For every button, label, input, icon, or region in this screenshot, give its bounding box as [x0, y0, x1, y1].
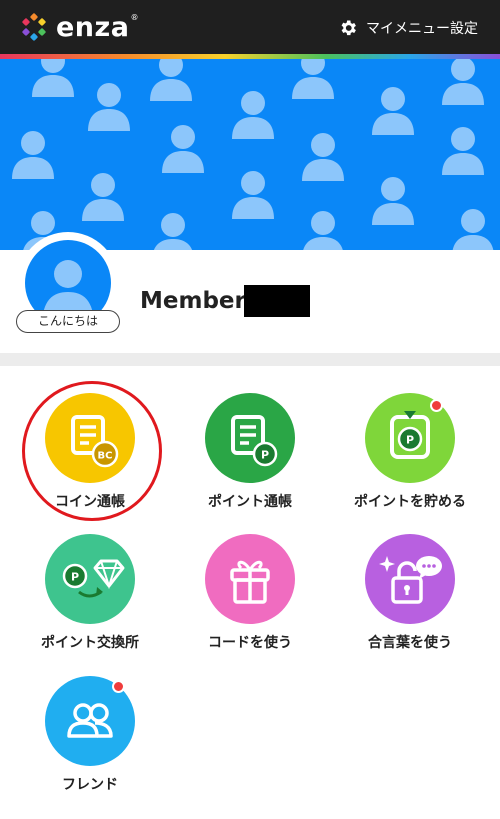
person-pattern-icon — [10, 129, 56, 179]
enza-logo-icon — [22, 13, 46, 41]
point-passbook-icon: P — [205, 393, 295, 483]
person-pattern-icon — [370, 85, 416, 135]
earn-points-label: ポイントを貯める — [354, 494, 466, 510]
person-pattern-icon — [80, 171, 126, 221]
redacted-member-id — [244, 285, 310, 317]
person-pattern-icon — [440, 59, 486, 105]
person-pattern-icon — [300, 131, 346, 181]
logo-text: enza — [56, 11, 130, 43]
gift-code-tile[interactable]: コードを使う — [170, 534, 330, 674]
gift-code-label: コードを使う — [208, 635, 292, 651]
point-exchange-tile[interactable]: P ポイント交換所 — [10, 534, 170, 674]
registered-mark: ® — [130, 12, 139, 22]
person-pattern-icon — [30, 59, 76, 97]
friends-label: フレンド — [62, 777, 118, 793]
notification-dot — [112, 680, 125, 693]
enza-logo[interactable]: enza ® — [20, 10, 138, 44]
passphrase-label: 合言葉を使う — [368, 635, 452, 651]
friends-tile[interactable]: フレンド — [10, 676, 170, 816]
person-pattern-icon — [230, 169, 276, 219]
my-menu-settings-label: マイメニュー設定 — [366, 21, 478, 37]
member-name: Member — [140, 288, 246, 314]
person-pattern-icon — [148, 59, 194, 101]
person-pattern-icon — [370, 175, 416, 225]
person-pattern-icon — [150, 211, 196, 250]
person-pattern-icon — [230, 89, 276, 139]
gift-code-icon — [205, 534, 295, 624]
point-passbook-tile[interactable]: P ポイント通帳 — [170, 393, 330, 533]
passphrase-lock-icon — [365, 534, 455, 624]
profile-banner — [0, 59, 500, 250]
point-exchange-icon: P — [45, 534, 135, 624]
svg-text:P: P — [261, 449, 269, 462]
highlight-circle — [22, 381, 162, 521]
profile-section: こんにちは Member — [0, 232, 500, 353]
app-header: enza ® マイメニュー設定 — [0, 0, 500, 54]
point-passbook-label: ポイント通帳 — [208, 494, 292, 510]
person-pattern-icon — [86, 81, 132, 131]
greeting-badge: こんにちは — [16, 310, 120, 333]
person-pattern-icon — [440, 125, 486, 175]
my-menu-settings-button[interactable]: マイメニュー設定 — [338, 14, 478, 42]
passphrase-tile[interactable]: 合言葉を使う — [330, 534, 490, 674]
section-divider — [0, 353, 500, 366]
svg-text:P: P — [71, 571, 79, 584]
notification-dot — [430, 399, 443, 412]
person-pattern-icon — [290, 59, 336, 99]
person-pattern-icon — [450, 207, 496, 250]
point-exchange-label: ポイント交換所 — [41, 635, 139, 651]
person-pattern-icon — [160, 123, 206, 173]
gear-icon — [341, 20, 356, 36]
person-pattern-icon — [300, 209, 346, 250]
earn-points-tile[interactable]: P ポイントを貯める — [330, 393, 490, 533]
svg-text:P: P — [406, 434, 414, 447]
